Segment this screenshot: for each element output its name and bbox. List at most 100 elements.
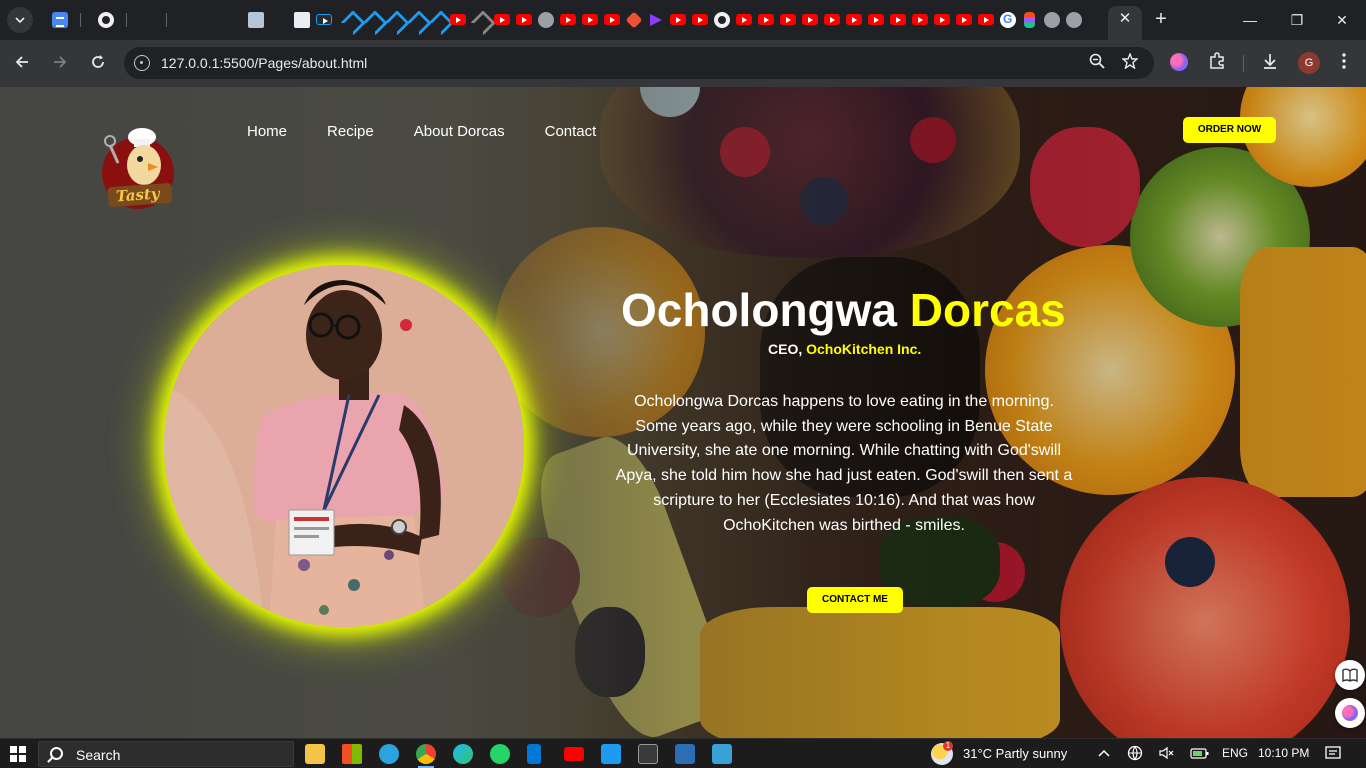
weather-description: Partly sunny <box>995 746 1068 761</box>
restore-button[interactable]: ❐ <box>1283 6 1311 34</box>
vscode-app-icon[interactable] <box>601 744 621 764</box>
vscode-tab-icon[interactable] <box>472 12 488 28</box>
youtube-tab-icon[interactable] <box>450 14 466 25</box>
vscode-tab-icon[interactable] <box>386 12 402 28</box>
google-tab-icon[interactable] <box>1000 12 1016 28</box>
forward-button[interactable] <box>47 50 73 76</box>
google-docs-tab-icon[interactable] <box>52 12 68 28</box>
url-text[interactable]: 127.0.0.1:5500/Pages/about.html <box>161 55 367 71</box>
youtube-tab-icon[interactable] <box>868 14 884 25</box>
youtube-tab-icon[interactable] <box>692 14 708 25</box>
weather-badge: 1 <box>943 741 953 751</box>
chrome-icon[interactable] <box>416 744 436 768</box>
close-tab-icon[interactable]: ✕ <box>1116 10 1134 28</box>
globe-icon[interactable] <box>1127 745 1143 764</box>
clock-time[interactable]: 10:10 PM <box>1258 746 1309 760</box>
file-explorer-icon[interactable] <box>305 744 325 764</box>
youtube-tab-icon[interactable] <box>802 14 818 25</box>
git-tab-icon[interactable] <box>625 11 643 29</box>
web-tab-icon[interactable] <box>538 12 554 28</box>
youtube-tab-icon[interactable] <box>846 14 862 25</box>
extension-brain-side-icon[interactable] <box>1335 698 1365 728</box>
youtube-tab-icon[interactable] <box>604 14 620 25</box>
vscode-tab-icon[interactable] <box>430 12 446 28</box>
language-indicator[interactable]: ENG <box>1222 746 1248 760</box>
youtube-tab-icon[interactable] <box>978 14 994 25</box>
nav-about-link[interactable]: About Dorcas <box>414 123 505 140</box>
web-tab-icon[interactable] <box>1044 12 1060 28</box>
youtube-tab-icon[interactable] <box>824 14 840 25</box>
nav-home-link[interactable]: Home <box>247 123 287 140</box>
order-now-button[interactable]: ORDER NOW <box>1183 117 1276 143</box>
video-tab-icon[interactable] <box>316 14 332 25</box>
github-tab-icon[interactable] <box>714 12 730 28</box>
nav-recipe-link[interactable]: Recipe <box>327 123 374 140</box>
extensions-puzzle-icon[interactable] <box>1206 52 1228 74</box>
site-logo[interactable]: Tasty <box>100 123 182 213</box>
volume-muted-icon[interactable] <box>1158 745 1174 764</box>
tab-search-button[interactable] <box>7 7 33 33</box>
whatsapp-icon[interactable] <box>490 744 510 764</box>
phone-link-icon[interactable] <box>527 744 541 764</box>
arrow-tab-icon[interactable] <box>648 12 664 28</box>
youtube-tab-icon[interactable] <box>780 14 796 25</box>
bookmark-star-icon[interactable] <box>1120 52 1140 73</box>
github-tab-icon[interactable] <box>98 12 114 28</box>
youtube-tab-icon[interactable] <box>758 14 774 25</box>
taskbar-search[interactable]: Search <box>38 741 294 767</box>
telegram-icon[interactable] <box>379 744 399 764</box>
web-tab-icon[interactable] <box>1066 12 1082 28</box>
logo-text: Tasty <box>115 184 161 206</box>
role-company: OchoKitchen Inc. <box>806 341 922 357</box>
name-last: Dorcas <box>909 284 1066 336</box>
youtube-tab-icon[interactable] <box>670 14 686 25</box>
windows-start-icon[interactable] <box>10 746 26 762</box>
image-tab-icon[interactable] <box>294 12 310 28</box>
chevron-up-icon[interactable] <box>1098 745 1110 760</box>
youtube-tab-icon[interactable] <box>516 14 532 25</box>
site-info-icon[interactable] <box>134 55 150 71</box>
tab-strip: ✕ + — ❐ ✕ <box>0 0 1366 102</box>
youtube-app-icon[interactable] <box>564 747 584 761</box>
youtube-tab-icon[interactable] <box>956 14 972 25</box>
back-button[interactable] <box>9 50 35 76</box>
youtube-tab-icon[interactable] <box>912 14 928 25</box>
battery-icon[interactable] <box>1190 745 1210 764</box>
close-window-button[interactable]: ✕ <box>1328 6 1356 34</box>
youtube-tab-icon[interactable] <box>582 14 598 25</box>
reader-mode-icon[interactable] <box>1335 660 1365 690</box>
download-icon[interactable] <box>1259 52 1281 74</box>
chevron-down-icon <box>15 17 25 23</box>
youtube-tab-icon[interactable] <box>934 14 950 25</box>
toolbar-divider <box>1243 55 1244 72</box>
youtube-tab-icon[interactable] <box>560 14 576 25</box>
notifications-icon[interactable] <box>1325 745 1341 764</box>
vscode-tab-icon[interactable] <box>408 12 424 28</box>
arrow-right-icon <box>54 56 67 68</box>
image-tab-icon[interactable] <box>248 12 264 28</box>
microsoft-store-icon[interactable] <box>342 744 362 764</box>
address-bar[interactable]: 127.0.0.1:5500/Pages/about.html <box>124 47 1154 79</box>
nav-contact-link[interactable]: Contact <box>545 123 597 140</box>
vscode-tab-icon[interactable] <box>364 12 380 28</box>
powershell-icon[interactable] <box>675 744 695 764</box>
terminal-icon[interactable] <box>638 744 658 764</box>
youtube-tab-icon[interactable] <box>494 14 510 25</box>
role-prefix: CEO, <box>768 341 803 357</box>
kebab-menu-icon[interactable] <box>1333 52 1355 74</box>
minimize-button[interactable]: — <box>1236 6 1264 34</box>
extension-brain-icon[interactable] <box>1170 53 1188 71</box>
youtube-tab-icon[interactable] <box>890 14 906 25</box>
weather-widget[interactable]: 31°C Partly sunny <box>963 746 1067 761</box>
figma-tab-icon[interactable] <box>1024 12 1035 28</box>
vscode-tab-icon[interactable] <box>342 12 358 28</box>
new-tab-button[interactable]: + <box>1150 8 1172 30</box>
arrow-left-icon <box>15 56 28 68</box>
contact-me-button[interactable]: CONTACT ME <box>807 587 903 613</box>
youtube-tab-icon[interactable] <box>736 14 752 25</box>
remote-desktop-icon[interactable] <box>712 744 732 764</box>
edge-icon[interactable] <box>453 744 473 764</box>
profile-avatar[interactable]: G <box>1298 52 1320 74</box>
zoom-icon[interactable] <box>1087 53 1107 73</box>
reload-button[interactable] <box>85 50 111 76</box>
